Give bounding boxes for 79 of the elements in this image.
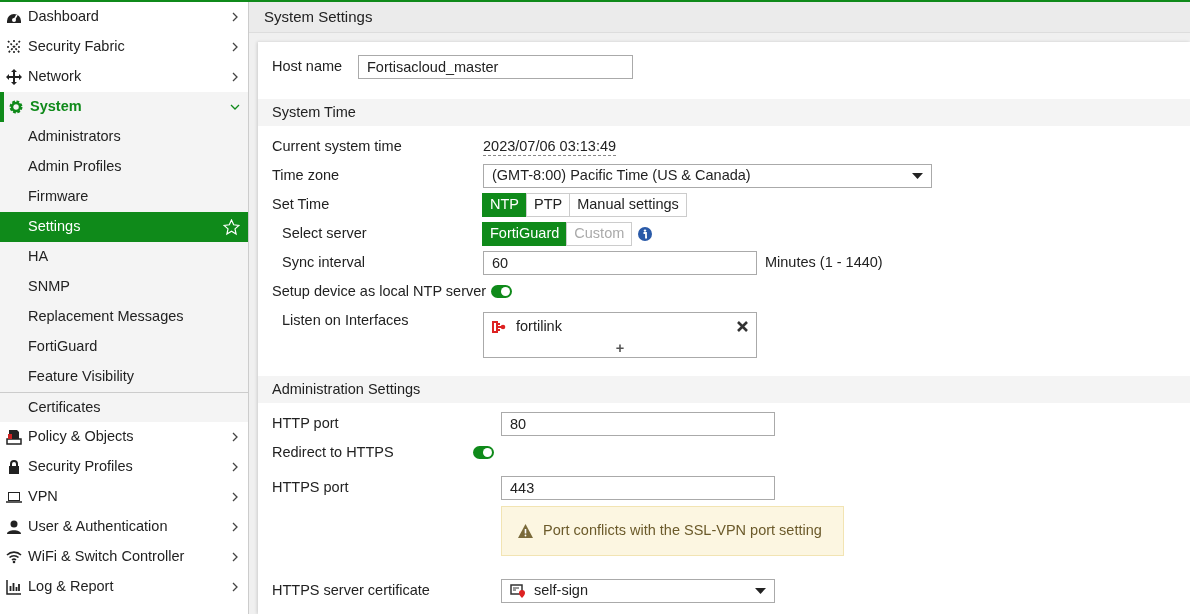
- fabric-icon: [6, 39, 22, 55]
- chevron-right-icon: [230, 72, 240, 82]
- interface-name: fortilink: [516, 317, 563, 336]
- nav-subitem[interactable]: SNMP: [0, 272, 248, 302]
- nav-item[interactable]: Dashboard: [0, 2, 248, 32]
- dropdown[interactable]: self-sign: [501, 578, 775, 603]
- user-icon: [6, 519, 22, 535]
- interface-icon: [492, 320, 506, 333]
- warning-message: Port conflicts with the SSL-VPN port setting: [501, 506, 844, 556]
- chevron-right-icon: [230, 522, 240, 532]
- add-button[interactable]: +: [615, 337, 625, 360]
- bar-chart-icon: [6, 579, 22, 595]
- lock-icon: [6, 459, 22, 475]
- chevron-right-icon: [230, 582, 240, 592]
- chevron-right-icon: [230, 462, 240, 472]
- nav-subitem[interactable]: Feature Visibility: [0, 362, 248, 392]
- nav-subitem[interactable]: FortiGuard: [0, 332, 248, 362]
- text-field[interactable]: 443: [501, 475, 775, 500]
- chevron-right-icon: [230, 492, 240, 502]
- nav-item[interactable]: VPN: [0, 482, 248, 512]
- nav-item[interactable]: Network: [0, 62, 248, 92]
- nav-subitem[interactable]: Settings: [0, 212, 248, 242]
- page-title: System Settings: [249, 2, 1190, 33]
- caret-down-icon: [912, 172, 923, 179]
- system-time-value: 2023/07/06 03:13:49: [483, 137, 617, 156]
- move-arrows-icon: [6, 69, 22, 85]
- nav-subitem[interactable]: Administrators: [0, 122, 248, 152]
- field-label: Select server: [282, 223, 368, 243]
- nav-subitem[interactable]: Admin Profiles: [0, 152, 248, 182]
- nav-subitem[interactable]: Certificates: [0, 392, 248, 422]
- field-label: Current system time: [272, 136, 403, 156]
- text-field[interactable]: 60: [483, 250, 757, 275]
- info-icon: [638, 226, 653, 241]
- field-label: Setup device as local NTP server: [272, 281, 487, 301]
- segment-button[interactable]: NTP: [482, 192, 527, 217]
- interface-list-field[interactable]: fortilink +: [483, 312, 757, 358]
- nav-item[interactable]: Security Fabric: [0, 32, 248, 62]
- nav-subitem[interactable]: Replacement Messages: [0, 302, 248, 332]
- chevron-right-icon: [230, 432, 240, 442]
- field-label: Sync interval: [282, 252, 366, 272]
- gear-icon: [8, 99, 24, 115]
- caret-down-icon: [755, 587, 766, 594]
- field-label: Set Time: [272, 194, 331, 214]
- field-label: Time zone: [272, 165, 341, 185]
- remove-icon: [737, 321, 748, 333]
- dropdown[interactable]: (GMT-8:00) Pacific Time (US & Canada): [483, 163, 932, 188]
- wifi-icon: [6, 549, 22, 565]
- star-icon: [223, 218, 240, 236]
- section-header: Administration Settings: [258, 376, 1190, 403]
- segment-button[interactable]: Manual settings: [569, 192, 687, 217]
- text-field[interactable]: 80: [501, 411, 775, 436]
- nav-subitem[interactable]: HA: [0, 242, 248, 272]
- warning-icon: [518, 524, 533, 538]
- laptop-icon: [6, 489, 22, 505]
- nav-item[interactable]: Log & Report: [0, 572, 248, 602]
- segment-button[interactable]: PTP: [526, 192, 571, 217]
- host-name-field[interactable]: Fortisacloud_master: [358, 54, 633, 79]
- field-label: Redirect to HTTPS: [272, 442, 395, 462]
- field-label: Listen on Interfaces: [282, 311, 410, 330]
- chevron-down-icon: [230, 102, 240, 112]
- toggle-switch[interactable]: [473, 446, 494, 459]
- nav-item[interactable]: Security Profiles: [0, 452, 248, 482]
- nav-item[interactable]: User & Authentication: [0, 512, 248, 542]
- chevron-right-icon: [230, 12, 240, 22]
- nav-subitem[interactable]: Firmware: [0, 182, 248, 212]
- field-label: Host name: [272, 56, 344, 76]
- document-icon: [6, 429, 22, 445]
- unit-label: Minutes (1 - 1440): [765, 252, 883, 272]
- chevron-right-icon: [230, 42, 240, 52]
- field-label: HTTP port: [272, 413, 340, 433]
- chevron-right-icon: [230, 552, 240, 562]
- field-label: HTTPS port: [272, 477, 350, 497]
- section-header: System Time: [258, 99, 1190, 126]
- nav-item[interactable]: WiFi & Switch Controller: [0, 542, 248, 572]
- field-label: HTTPS server certificate: [272, 580, 431, 600]
- nav-item[interactable]: Policy & Objects: [0, 422, 248, 452]
- toggle-switch[interactable]: [491, 285, 513, 298]
- segment-button[interactable]: FortiGuard: [482, 221, 568, 246]
- certificate-icon: [510, 583, 526, 598]
